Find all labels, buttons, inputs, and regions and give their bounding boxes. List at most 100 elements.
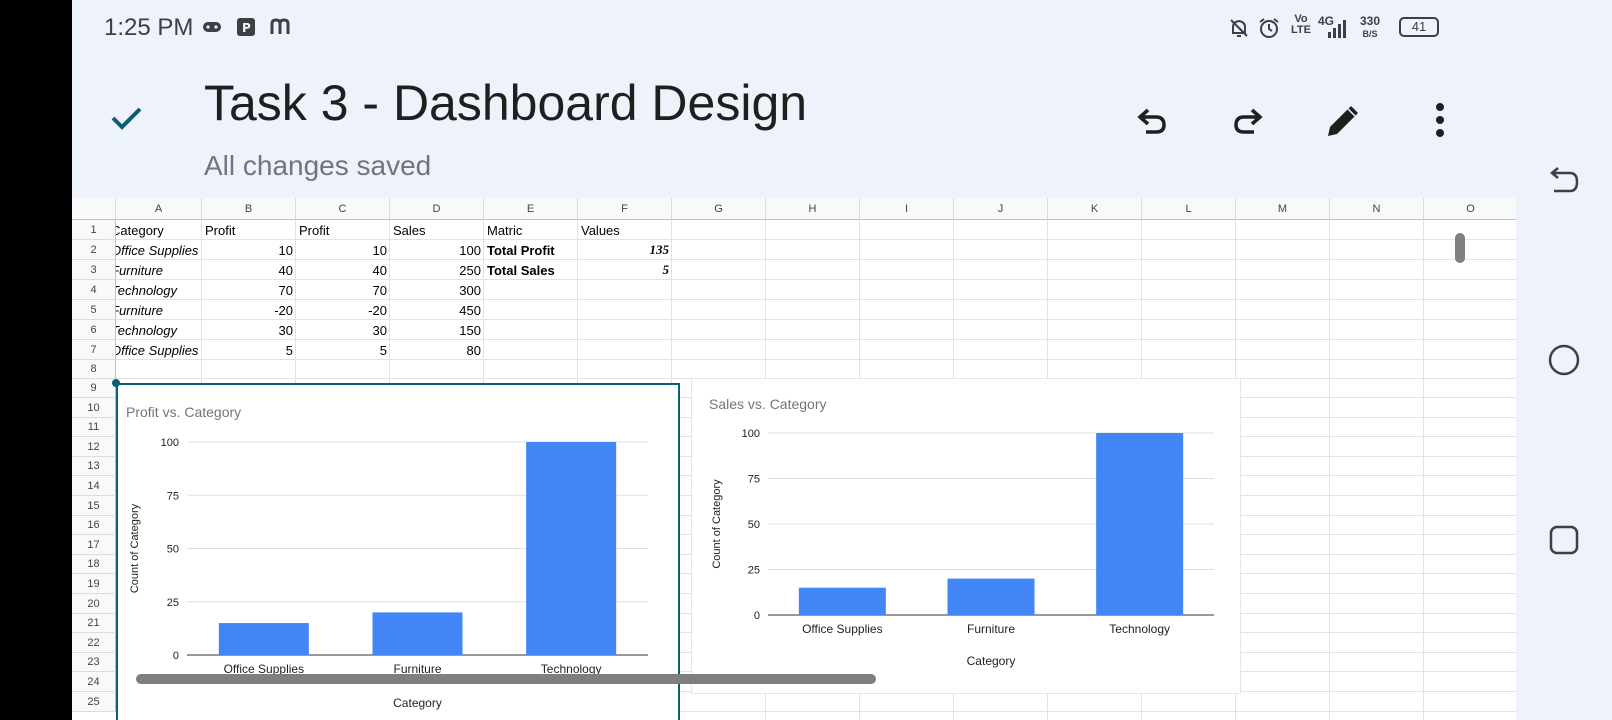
y-tick-label: 50 — [167, 544, 179, 556]
cell[interactable]: 30 — [202, 320, 296, 340]
cell[interactable]: Profit — [202, 220, 296, 240]
chart-profit-vs-category[interactable]: Profit vs. Category 0 25 50 75 100 Office Sup… — [116, 383, 680, 720]
y-tick-label: 25 — [167, 597, 179, 609]
cell[interactable]: Sales — [390, 220, 484, 240]
row-header[interactable]: 13 — [72, 457, 116, 476]
x-tick-label: Furniture — [967, 622, 1015, 636]
cell[interactable]: -20 — [202, 300, 296, 320]
row-header[interactable]: 19 — [72, 574, 116, 594]
chart-sales-vs-category[interactable]: Sales vs. Category 0 25 50 75 100 Office Supp… — [691, 378, 1241, 694]
chart-plot: 0 25 50 75 100 Office Supplies Furniture Techno… — [711, 428, 1214, 668]
bar — [526, 442, 617, 655]
row-header[interactable]: 18 — [72, 555, 116, 574]
cell[interactable]: Office Supplies — [116, 240, 202, 260]
cell[interactable]: 100 — [390, 240, 484, 260]
row-header[interactable]: 1 — [72, 220, 116, 240]
row-header[interactable]: 11 — [72, 418, 116, 437]
check-icon[interactable] — [108, 100, 144, 141]
row-header[interactable]: 23 — [72, 653, 116, 672]
cell[interactable]: 40 — [202, 260, 296, 280]
row-header[interactable]: 8 — [72, 360, 116, 379]
cell[interactable]: Technology — [116, 320, 202, 340]
cell[interactable]: 150 — [390, 320, 484, 340]
signal-icon — [1322, 18, 1348, 45]
row-header[interactable]: 24 — [72, 672, 116, 692]
undo-icon[interactable] — [1128, 96, 1176, 144]
row-header[interactable]: 14 — [72, 476, 116, 496]
chart-resize-handle[interactable] — [112, 379, 120, 387]
vertical-scrollbar[interactable] — [1455, 233, 1465, 263]
bar — [798, 587, 886, 615]
cell[interactable]: 5 — [202, 340, 296, 360]
battery-icon: 41 — [1399, 17, 1439, 37]
cell[interactable]: Profit — [296, 220, 390, 240]
status-time: 1:25 PM — [104, 14, 194, 41]
cell[interactable]: 450 — [390, 300, 484, 320]
row-header[interactable]: 20 — [72, 594, 116, 614]
cell[interactable]: 10 — [202, 240, 296, 260]
cell[interactable]: Office Supplies — [116, 340, 202, 360]
publisher-p-icon: P — [235, 16, 257, 43]
row-header[interactable]: 3 — [72, 260, 116, 280]
cell[interactable]: 250 — [390, 260, 484, 280]
redo-icon[interactable] — [1224, 96, 1272, 144]
cell[interactable]: Values — [578, 220, 672, 240]
row-header[interactable]: 16 — [72, 516, 116, 535]
cell[interactable]: 70 — [202, 280, 296, 300]
more-vert-icon[interactable] — [1416, 96, 1464, 144]
y-tick-label: 0 — [754, 610, 760, 622]
cell[interactable]: Total Sales — [484, 260, 578, 280]
cell[interactable]: 300 — [390, 280, 484, 300]
horizontal-scrollbar[interactable] — [136, 674, 876, 684]
cell[interactable]: 5 — [578, 260, 672, 280]
bar — [947, 578, 1035, 615]
cell[interactable]: Furniture — [116, 300, 202, 320]
y-tick-label: 100 — [161, 437, 179, 449]
row-header[interactable]: 2 — [72, 240, 116, 260]
network-speed: 330 B/S — [1359, 14, 1381, 39]
x-tick-label: Office Supplies — [802, 622, 883, 636]
row-header[interactable]: 15 — [72, 496, 116, 516]
notifications-off-icon — [1227, 16, 1251, 45]
row-header[interactable]: 22 — [72, 633, 116, 653]
y-tick-label: 75 — [167, 490, 179, 502]
row-header[interactable]: 4 — [72, 280, 116, 300]
m-app-icon — [269, 16, 295, 43]
y-tick-label: 100 — [742, 428, 760, 440]
cell[interactable]: 5 — [296, 340, 390, 360]
cell[interactable]: 70 — [296, 280, 390, 300]
back-icon[interactable] — [1542, 158, 1586, 202]
cell[interactable]: Category — [116, 220, 202, 240]
status-bar: 1:25 PM P Vo LTE 4G 330 B/S 41 — [72, 0, 1516, 56]
volte-icon: Vo LTE — [1291, 13, 1311, 36]
cell[interactable]: Furniture — [116, 260, 202, 280]
cell[interactable]: Total Profit — [484, 240, 578, 260]
y-tick-label: 75 — [748, 474, 760, 486]
cell[interactable]: 10 — [296, 240, 390, 260]
cell[interactable]: 135 — [578, 240, 672, 260]
row-header[interactable]: 12 — [72, 437, 116, 457]
cell[interactable]: 80 — [390, 340, 484, 360]
pencil-icon[interactable] — [1320, 96, 1368, 144]
cell[interactable]: 30 — [296, 320, 390, 340]
y-axis-title: Count of Category — [711, 479, 723, 569]
y-tick-label: 25 — [748, 565, 760, 577]
gamepad-icon — [202, 16, 222, 43]
row-header[interactable]: 17 — [72, 535, 116, 555]
row-header[interactable]: 9 — [72, 379, 116, 398]
select-all-corner[interactable] — [72, 198, 116, 220]
row-header[interactable]: 7 — [72, 340, 116, 360]
row-header[interactable]: 6 — [72, 320, 116, 340]
cell[interactable]: Matric — [484, 220, 578, 240]
row-header[interactable]: 21 — [72, 614, 116, 633]
cell[interactable]: 40 — [296, 260, 390, 280]
spreadsheet-grid[interactable]: A B C D E F G H I J K L M N O 1 2 3 4 5 6 7 8 9 10 11 12 13 14 15 16 17… — [72, 198, 1516, 720]
cell[interactable]: -20 — [296, 300, 390, 320]
row-header[interactable]: 10 — [72, 398, 116, 418]
home-icon[interactable] — [1542, 338, 1586, 382]
recents-icon[interactable] — [1542, 518, 1586, 562]
document-title[interactable]: Task 3 - Dashboard Design — [204, 74, 807, 132]
row-header[interactable]: 5 — [72, 300, 116, 320]
cell[interactable]: Technology — [116, 280, 202, 300]
row-header[interactable]: 25 — [72, 692, 116, 712]
